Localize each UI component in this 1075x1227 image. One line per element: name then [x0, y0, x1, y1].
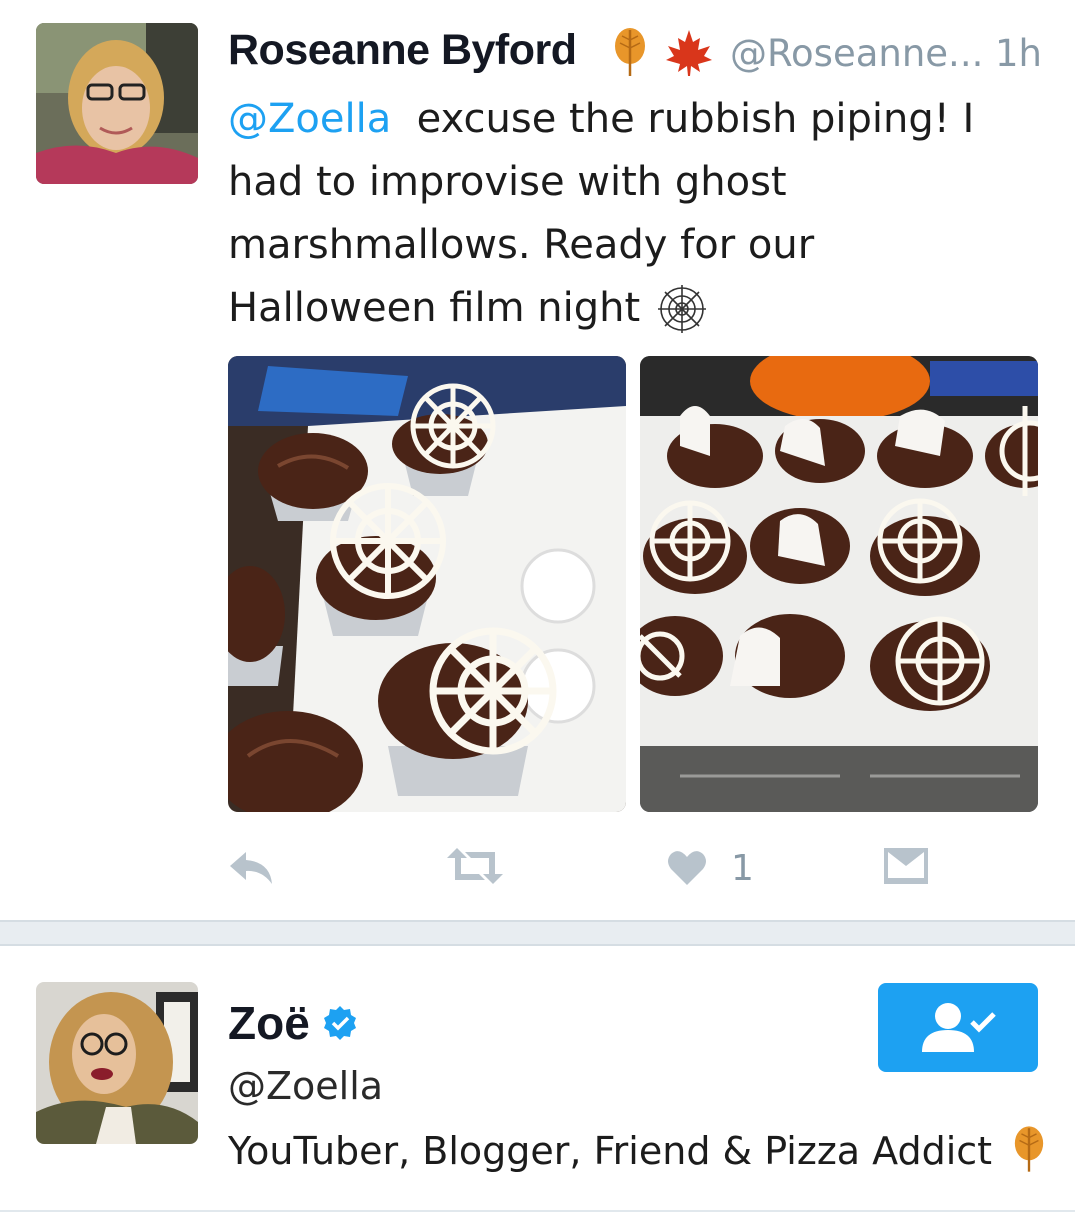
heart-icon	[668, 851, 706, 885]
verified-badge-icon	[322, 1005, 358, 1041]
spiderweb-icon	[656, 283, 708, 335]
like-count: 1	[731, 847, 754, 889]
tweet-text-line-3: marshmallows. Ready for our	[228, 222, 815, 268]
profile-name-row: Zoë	[228, 996, 358, 1050]
tweet-text: @Zoella excuse the rubbish piping! I had…	[228, 88, 1048, 340]
author-handle[interactable]: @Roseanne...	[730, 32, 983, 75]
tweet-text-line-2: had to improvise with ghost	[228, 159, 787, 205]
following-button[interactable]	[878, 983, 1038, 1072]
autumn-leaf-icon	[1012, 1124, 1046, 1178]
tweet-photo-1[interactable]	[228, 356, 626, 812]
profile-card[interactable]: Zoë @Zoella YouTuber, Blogger, Friend & …	[0, 946, 1075, 1227]
profile-name[interactable]: Zoë	[228, 996, 310, 1050]
retweet-button[interactable]	[447, 846, 503, 890]
author-name[interactable]: Roseanne Byford	[228, 26, 577, 75]
reply-icon	[230, 852, 272, 884]
author-avatar[interactable]	[36, 23, 198, 184]
section-divider	[0, 920, 1075, 946]
envelope-icon	[884, 848, 928, 884]
tweet-text-line-1: @Zoella excuse the rubbish piping! I	[228, 88, 1048, 151]
profile-avatar[interactable]	[36, 982, 198, 1144]
profile-bio: YouTuber, Blogger, Friend & Pizza Addict	[228, 1124, 1046, 1178]
mention-link[interactable]: @Zoella	[228, 96, 391, 142]
autumn-leaf-icon	[612, 26, 648, 82]
retweet-icon	[447, 848, 503, 884]
user-following-icon	[922, 1002, 996, 1052]
direct-message-button[interactable]	[884, 848, 930, 888]
maple-leaf-icon	[664, 28, 714, 80]
tweet-text-line-4: Halloween film night	[228, 277, 1048, 340]
reply-button[interactable]	[228, 846, 278, 890]
profile-handle[interactable]: @Zoella	[228, 1064, 383, 1108]
like-button[interactable]: 1	[667, 846, 757, 890]
tweet-text-segment: Halloween film night	[228, 285, 641, 331]
tweet-photo-2[interactable]	[640, 356, 1038, 812]
tweet[interactable]: Roseanne Byford @Roseanne... 1h @Zoella …	[0, 0, 1075, 920]
tweet-text-segment: excuse the rubbish piping! I	[416, 96, 975, 142]
tweet-time[interactable]: 1h	[995, 32, 1042, 75]
bottom-divider	[0, 1210, 1075, 1212]
profile-bio-text: YouTuber, Blogger, Friend & Pizza Addict	[228, 1129, 993, 1173]
